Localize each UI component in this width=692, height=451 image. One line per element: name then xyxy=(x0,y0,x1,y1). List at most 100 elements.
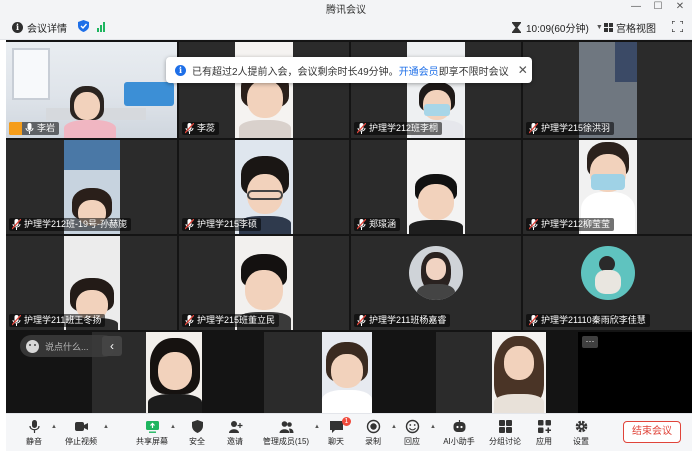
participant-avatar xyxy=(409,246,463,300)
video-tile[interactable]: 郑璟涵 xyxy=(351,140,521,234)
video-tile[interactable]: 护理学211班王冬扬 xyxy=(6,236,177,330)
chevron-up-icon[interactable]: ▲ xyxy=(103,424,109,430)
emoji-icon[interactable] xyxy=(26,339,39,353)
close-icon[interactable]: ✕ xyxy=(518,63,528,77)
video-tile[interactable]: 护理学215李硕 xyxy=(179,140,349,234)
ai-assistant-icon xyxy=(453,420,465,432)
chat-quick-input[interactable]: 说点什么... xyxy=(20,335,115,357)
microphone-muted-icon xyxy=(12,315,21,326)
window-image xyxy=(12,48,50,100)
participant-video xyxy=(64,86,124,138)
video-tile[interactable]: 护理学211班杨嘉睿 xyxy=(351,236,521,330)
ai-assistant-button[interactable]: AI小助手 xyxy=(436,417,482,449)
video-tile[interactable]: 李岩 xyxy=(6,42,177,138)
reaction-button[interactable]: 回应 xyxy=(390,417,434,449)
participant-name-tag: 护理学215李硕 xyxy=(182,218,262,231)
maximize-icon[interactable]: ☐ xyxy=(650,0,666,14)
settings-button[interactable]: 设置 xyxy=(559,417,603,449)
microphone-icon xyxy=(28,420,40,433)
participant-name-tag: 护理学212班-19号-孙赫旎 xyxy=(9,218,132,231)
video-tile[interactable]: 护理学215徐洪羽 xyxy=(523,42,692,138)
info-icon: i xyxy=(175,64,186,76)
notice-text-suffix: 即享不限时会议 xyxy=(438,66,509,78)
invite-button[interactable]: 邀请 xyxy=(213,417,257,449)
mute-button[interactable]: 静音 xyxy=(12,417,56,449)
video-tile[interactable]: 护理学215班董立民 xyxy=(179,236,349,330)
meeting-top-bar: i 会议详情 10:09(60分钟) ▼ 宫格视图 xyxy=(0,14,692,40)
gear-icon xyxy=(575,420,587,433)
end-meeting-button[interactable]: 结束会议 xyxy=(623,421,681,443)
duration-text: 10:09(60分钟) xyxy=(526,23,589,35)
shield-icon xyxy=(191,420,203,433)
video-tile[interactable] xyxy=(264,332,372,413)
host-icon xyxy=(9,122,22,135)
participant-name-tag: 护理学211班杨嘉睿 xyxy=(354,314,451,327)
face-mask xyxy=(591,174,625,190)
microphone-muted-icon xyxy=(357,315,366,326)
apps-icon xyxy=(537,420,551,433)
microphone-muted-icon xyxy=(357,123,366,134)
chevron-left-icon[interactable]: ‹ xyxy=(102,336,122,356)
meeting-duration[interactable]: 10:09(60分钟) ▼ xyxy=(512,20,603,35)
share-screen-icon xyxy=(145,421,159,433)
meeting-time-notice: i 已有超过2人提前入会，会议剩余时长49分钟。 开通会员 即享不限时会议 ✕ xyxy=(166,57,532,83)
share-screen-button[interactable]: 共享屏幕 xyxy=(130,417,174,449)
emoji-icon xyxy=(405,419,419,434)
microphone-muted-icon xyxy=(185,123,194,134)
info-icon: i xyxy=(12,21,23,33)
background-object xyxy=(615,42,637,82)
shield-icon[interactable] xyxy=(78,20,89,32)
chevron-down-icon: ▼ xyxy=(595,23,603,31)
window-title-bar: 腾讯会议 — ☐ ✕ xyxy=(0,0,692,16)
participant-name-tag: 护理学215班董立民 xyxy=(182,314,280,327)
fullscreen-icon[interactable] xyxy=(672,21,683,32)
meeting-info-button[interactable]: i 会议详情 xyxy=(12,20,67,35)
microphone-muted-icon xyxy=(357,219,366,230)
blue-sofa-image xyxy=(124,82,174,106)
microphone-muted-icon xyxy=(185,315,194,326)
view-switch-button[interactable]: 宫格视图 xyxy=(604,20,656,35)
video-tile[interactable]: 护理学21110秦雨欣李佳慧 xyxy=(523,236,692,330)
grid-view-icon xyxy=(604,22,613,32)
participant-video xyxy=(148,338,202,413)
minimize-icon[interactable]: — xyxy=(628,0,644,14)
background-object xyxy=(64,140,120,170)
more-icon[interactable]: ··· xyxy=(582,336,598,348)
microphone-muted-icon xyxy=(12,219,21,230)
participant-video xyxy=(409,174,463,234)
chat-placeholder: 说点什么... xyxy=(45,341,89,352)
participant-name-tag: 郑璟涵 xyxy=(354,218,401,231)
breakout-icon xyxy=(498,420,512,433)
close-icon[interactable]: ✕ xyxy=(672,0,688,14)
meeting-toolbar: 静音 ▲ 停止视频 ▲ 共享屏幕 ▲ 安全 邀请 管理成员(15) ▲ 1 聊天… xyxy=(6,413,692,451)
add-user-icon xyxy=(228,421,242,433)
participant-name-tag: 李蕊 xyxy=(182,122,220,135)
microphone-icon xyxy=(25,123,34,134)
microphone-muted-icon xyxy=(529,123,538,134)
notice-text: 已有超过2人提前入会，会议剩余时长49分钟。 xyxy=(192,66,399,78)
participant-name-tag: 护理学211班王冬扬 xyxy=(9,314,106,327)
microphone-muted-icon xyxy=(185,219,194,230)
microphone-muted-icon xyxy=(529,219,538,230)
record-button[interactable]: 录制 xyxy=(351,417,395,449)
video-tile[interactable]: 护理学212柳莹莹 xyxy=(523,140,692,234)
stop-video-button[interactable]: 停止视频 xyxy=(59,417,103,449)
video-grid: 李岩 李蕊 护理学212班李桐 护理学215徐洪羽 护理学212班-19号-孙赫… xyxy=(6,40,692,413)
record-icon xyxy=(366,419,380,434)
participant-video xyxy=(322,342,372,413)
hourglass-icon xyxy=(512,21,521,33)
participant-name-tag: 护理学212班李桐 xyxy=(354,122,443,135)
glasses xyxy=(247,190,283,200)
video-tile[interactable] xyxy=(436,332,546,413)
camera-icon xyxy=(74,422,88,431)
network-signal-icon[interactable] xyxy=(97,21,105,32)
participant-avatar xyxy=(581,246,635,300)
vip-upgrade-link[interactable]: 开通会员 xyxy=(399,63,439,78)
chevron-up-icon[interactable]: ▲ xyxy=(51,424,57,430)
view-label: 宫格视图 xyxy=(616,23,656,35)
meeting-info-label: 会议详情 xyxy=(27,23,67,35)
manage-members-button[interactable]: 管理成员(15) xyxy=(258,417,314,449)
participant-name-tag: 护理学212柳莹莹 xyxy=(526,218,615,231)
participant-video xyxy=(492,336,546,413)
video-tile[interactable]: 护理学212班-19号-孙赫旎 xyxy=(6,140,177,234)
